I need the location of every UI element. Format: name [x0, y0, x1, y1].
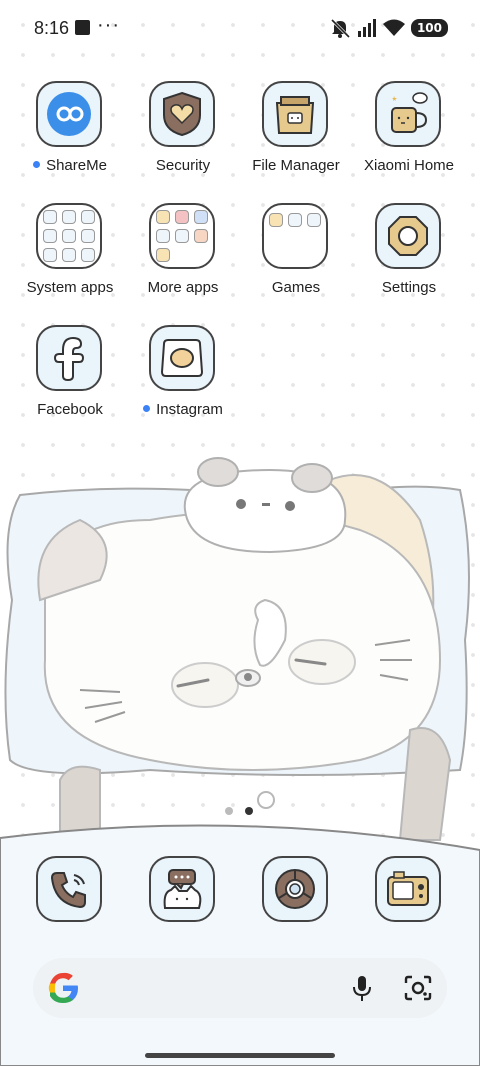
status-time: 8:16: [34, 18, 70, 38]
folder-icon[interactable]: [149, 203, 215, 269]
new-badge: [143, 405, 151, 412]
new-badge: [33, 161, 41, 168]
battery-indicator: 100: [410, 19, 448, 37]
wallpaper-cat-illustration: [4, 457, 470, 860]
app-label: Xiaomi Home: [363, 157, 455, 174]
app-label: ShareMe: [46, 157, 107, 174]
messages-icon[interactable]: [149, 856, 215, 922]
shareme-icon[interactable]: [36, 81, 102, 147]
app-label: Instagram: [156, 401, 223, 418]
signal-icon: [357, 19, 376, 37]
more-notifications-icon: ···: [97, 14, 120, 36]
home-gesture-bar[interactable]: [145, 1053, 335, 1058]
page-indicator: [225, 807, 253, 815]
coffee-mug-icon[interactable]: [375, 81, 441, 147]
chrome-icon[interactable]: [262, 856, 328, 922]
wifi-icon: [382, 19, 405, 36]
page-dot-active: [245, 807, 253, 815]
mute-icon: [330, 18, 350, 38]
folder-icon[interactable]: [36, 203, 102, 269]
status-bar: 8:16 ··· 100: [0, 0, 480, 56]
google-lens-icon[interactable]: [403, 974, 433, 1002]
instagram-icon[interactable]: [149, 325, 215, 391]
facebook-icon[interactable]: [36, 325, 102, 391]
google-search-bar[interactable]: [33, 958, 447, 1018]
gear-icon[interactable]: [375, 203, 441, 269]
page-dot: [225, 807, 233, 815]
shield-heart-icon[interactable]: [149, 81, 215, 147]
folder-bag-icon[interactable]: [262, 81, 328, 147]
phone-icon[interactable]: [36, 856, 102, 922]
google-logo-icon: [48, 972, 78, 1003]
status-icons: 100: [329, 16, 448, 40]
app-label: Settings: [381, 279, 437, 296]
camera-icon[interactable]: [375, 856, 441, 922]
microphone-icon[interactable]: [351, 974, 373, 1002]
notification-icon: [75, 20, 90, 35]
folder-icon[interactable]: [262, 203, 328, 269]
